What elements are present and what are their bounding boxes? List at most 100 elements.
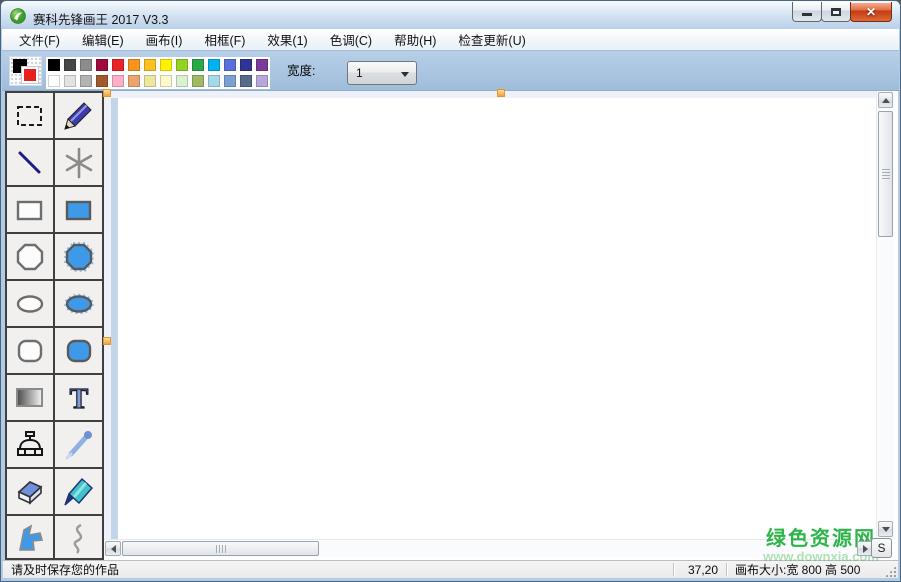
tool-eyedropper[interactable] xyxy=(55,422,102,467)
minimize-button[interactable] xyxy=(792,2,822,22)
vertical-scrollbar[interactable] xyxy=(876,91,894,539)
color-swatch[interactable] xyxy=(174,57,190,73)
tool-polygon[interactable] xyxy=(7,516,53,560)
color-swatch[interactable] xyxy=(174,73,190,89)
rounded-rect-outline-icon xyxy=(13,334,47,368)
horizontal-scroll-thumb[interactable] xyxy=(122,541,319,556)
tool-rounded-rect[interactable] xyxy=(7,328,53,373)
tool-octagon[interactable] xyxy=(7,234,53,279)
tool-rectangle[interactable] xyxy=(7,187,53,232)
color-swatch[interactable] xyxy=(190,73,206,89)
horizontal-scrollbar[interactable] xyxy=(104,539,876,557)
menu-item-update[interactable]: 检查更新(U) xyxy=(447,27,536,52)
tool-select[interactable] xyxy=(7,93,53,138)
width-value: 1 xyxy=(356,66,363,80)
color-swatch[interactable] xyxy=(238,73,254,89)
color-swatch[interactable] xyxy=(110,57,126,73)
color-swatch[interactable] xyxy=(206,73,222,89)
canvas-size-info: 画布大小:宽 800 高 500 xyxy=(727,561,885,578)
tool-stamp[interactable] xyxy=(7,422,53,467)
eyedropper-icon xyxy=(62,428,96,462)
stamp-icon xyxy=(13,428,47,462)
color-swatch[interactable] xyxy=(254,57,270,73)
color-swatch[interactable] xyxy=(126,57,142,73)
thumb-grip-icon xyxy=(216,545,227,553)
color-swatch[interactable] xyxy=(62,57,78,73)
color-swatch[interactable] xyxy=(190,57,206,73)
close-button[interactable]: ✕ xyxy=(850,2,892,22)
resize-grip-icon[interactable] xyxy=(885,566,896,577)
tool-octagon-filled[interactable] xyxy=(55,234,102,279)
color-swatch[interactable] xyxy=(126,73,142,89)
tool-spokes[interactable] xyxy=(55,140,102,185)
rectangle-outline-icon xyxy=(13,193,47,227)
canvas-resize-handle-top[interactable] xyxy=(497,89,505,97)
tool-rounded-rect-filled[interactable] xyxy=(55,328,102,373)
menu-item-help[interactable]: 帮助(H) xyxy=(383,27,447,52)
color-swatch[interactable] xyxy=(78,73,94,89)
tool-eraser[interactable] xyxy=(7,469,53,514)
thumb-grip-icon xyxy=(882,169,890,180)
color-swatch[interactable] xyxy=(94,73,110,89)
arrow-left-icon xyxy=(111,545,116,553)
background-color xyxy=(22,67,38,83)
menu-item-effects[interactable]: 效果(1) xyxy=(256,27,318,52)
maximize-icon xyxy=(831,8,841,16)
pen-icon xyxy=(62,99,96,133)
title-bar[interactable]: 赛科先锋画王 2017 V3.3 ✕ xyxy=(1,1,900,29)
menu-item-file[interactable]: 文件(F) xyxy=(8,27,71,52)
tool-ellipse[interactable] xyxy=(7,281,53,326)
vertical-scroll-thumb[interactable] xyxy=(878,111,893,237)
color-swatch[interactable] xyxy=(46,73,62,89)
scroll-up-button[interactable] xyxy=(878,92,893,108)
arrow-down-icon xyxy=(882,527,890,532)
tool-pen[interactable] xyxy=(55,93,102,138)
marker-icon xyxy=(62,475,96,509)
color-swatch[interactable] xyxy=(222,73,238,89)
menu-item-canvas[interactable]: 画布(I) xyxy=(135,27,194,52)
octagon-outline-icon xyxy=(13,240,47,274)
color-swatch[interactable] xyxy=(222,57,238,73)
tool-gradient[interactable] xyxy=(7,375,53,420)
width-dropdown[interactable]: 1 xyxy=(347,61,417,85)
color-swatch[interactable] xyxy=(158,57,174,73)
color-swatch[interactable] xyxy=(206,57,222,73)
canvas-workspace[interactable]: T xyxy=(5,91,898,560)
app-window: 赛科先锋画王 2017 V3.3 ✕ 文件(F)编辑(E)画布(I)相框(F)效… xyxy=(0,0,901,582)
scroll-left-button[interactable] xyxy=(105,541,121,556)
color-swatch[interactable] xyxy=(94,57,110,73)
color-swatch[interactable] xyxy=(78,57,94,73)
color-palette xyxy=(46,57,270,89)
tool-line[interactable] xyxy=(7,140,53,185)
color-swatch[interactable] xyxy=(110,73,126,89)
svg-text:T: T xyxy=(69,384,88,415)
color-swatch[interactable] xyxy=(158,73,174,89)
tool-marker[interactable] xyxy=(55,469,102,514)
menu-item-edit[interactable]: 编辑(E) xyxy=(71,27,135,52)
canvas-resize-handle-left[interactable] xyxy=(103,337,111,345)
color-swatch[interactable] xyxy=(254,73,270,89)
color-swatch[interactable] xyxy=(62,73,78,89)
scroll-down-button[interactable] xyxy=(878,521,893,537)
color-swatch[interactable] xyxy=(142,73,158,89)
tool-rectangle-filled[interactable] xyxy=(55,187,102,232)
octagon-filled-icon xyxy=(62,240,96,274)
close-icon: ✕ xyxy=(866,3,876,21)
menu-item-frame[interactable]: 相框(F) xyxy=(193,27,256,52)
maximize-button[interactable] xyxy=(821,2,851,22)
tool-curve[interactable] xyxy=(55,516,102,560)
canvas-resize-handle-corner[interactable] xyxy=(103,89,111,97)
color-swatch[interactable] xyxy=(46,57,62,73)
window-title: 赛科先锋画王 2017 V3.3 xyxy=(33,9,168,28)
tool-text[interactable]: T xyxy=(55,375,102,420)
rectangle-filled-icon xyxy=(62,193,96,227)
status-bar: 请及时保存您的作品 37,20 画布大小:宽 800 高 500 xyxy=(3,560,898,578)
color-swatch[interactable] xyxy=(142,57,158,73)
canvas-left-edge xyxy=(111,98,118,539)
color-swatch[interactable] xyxy=(238,57,254,73)
tool-ellipse-filled[interactable] xyxy=(55,281,102,326)
menu-item-tone[interactable]: 色调(C) xyxy=(319,27,383,52)
selection-rect-icon xyxy=(13,99,47,133)
color-indicator[interactable] xyxy=(9,56,42,86)
scroll-corner-s-button[interactable]: S xyxy=(871,538,892,558)
